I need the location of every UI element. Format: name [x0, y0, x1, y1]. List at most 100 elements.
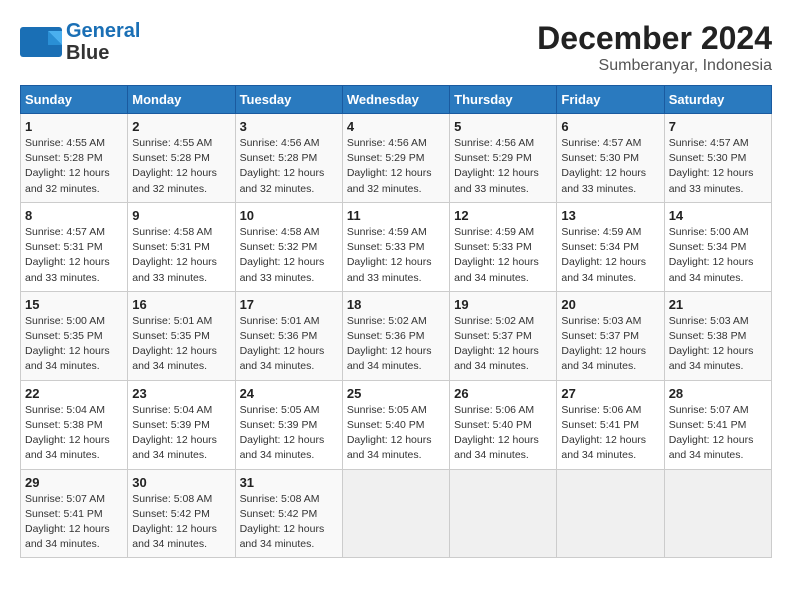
calendar-cell: 1 Sunrise: 4:55 AM Sunset: 5:28 PM Daylig… [21, 114, 128, 203]
calendar-table: SundayMondayTuesdayWednesdayThursdayFrid… [20, 85, 772, 558]
page-subtitle: Sumberanyar, Indonesia [537, 57, 772, 75]
day-info: Sunrise: 5:08 AM Sunset: 5:42 PM Dayligh… [240, 492, 338, 553]
day-number: 24 [240, 386, 338, 401]
day-info: Sunrise: 4:56 AM Sunset: 5:28 PM Dayligh… [240, 136, 338, 197]
day-number: 30 [132, 475, 230, 490]
day-number: 26 [454, 386, 552, 401]
day-number: 17 [240, 297, 338, 312]
day-info: Sunrise: 4:55 AM Sunset: 5:28 PM Dayligh… [25, 136, 123, 197]
logo-icon [20, 27, 62, 57]
day-number: 6 [561, 119, 659, 134]
day-number: 14 [669, 208, 767, 223]
day-info: Sunrise: 5:02 AM Sunset: 5:37 PM Dayligh… [454, 314, 552, 375]
day-number: 12 [454, 208, 552, 223]
weekday-header: Friday [557, 86, 664, 114]
calendar-cell: 19Sunrise: 5:02 AM Sunset: 5:37 PM Dayli… [450, 291, 557, 380]
calendar-week-row: 8 Sunrise: 4:57 AM Sunset: 5:31 PM Daylig… [21, 202, 772, 291]
day-number: 20 [561, 297, 659, 312]
page-title: December 2024 [537, 20, 772, 57]
weekday-header: Saturday [664, 86, 771, 114]
calendar-week-row: 1 Sunrise: 4:55 AM Sunset: 5:28 PM Daylig… [21, 114, 772, 203]
logo-general: General [66, 20, 140, 42]
day-info: Sunrise: 4:58 AM Sunset: 5:31 PM Dayligh… [132, 225, 230, 286]
day-info: Sunrise: 5:06 AM Sunset: 5:41 PM Dayligh… [561, 403, 659, 464]
day-info: Sunrise: 4:55 AM Sunset: 5:28 PM Dayligh… [132, 136, 230, 197]
day-number: 13 [561, 208, 659, 223]
day-info: Sunrise: 4:57 AM Sunset: 5:30 PM Dayligh… [561, 136, 659, 197]
day-info: Sunrise: 5:04 AM Sunset: 5:38 PM Dayligh… [25, 403, 123, 464]
day-info: Sunrise: 4:57 AM Sunset: 5:30 PM Dayligh… [669, 136, 767, 197]
calendar-cell: 10Sunrise: 4:58 AM Sunset: 5:32 PM Dayli… [235, 202, 342, 291]
weekday-header: Thursday [450, 86, 557, 114]
calendar-cell: 9 Sunrise: 4:58 AM Sunset: 5:31 PM Daylig… [128, 202, 235, 291]
weekday-header: Sunday [21, 86, 128, 114]
day-number: 9 [132, 208, 230, 223]
day-info: Sunrise: 5:03 AM Sunset: 5:37 PM Dayligh… [561, 314, 659, 375]
calendar-cell: 31 Sunrise: 5:08 AM Sunset: 5:42 PM Dayli… [235, 469, 342, 558]
page-header: General Blue December 2024 Sumberanyar, … [20, 20, 772, 75]
calendar-cell: 24Sunrise: 5:05 AM Sunset: 5:39 PM Dayli… [235, 380, 342, 469]
calendar-cell: 16Sunrise: 5:01 AM Sunset: 5:35 PM Dayli… [128, 291, 235, 380]
weekday-header: Tuesday [235, 86, 342, 114]
day-number: 21 [669, 297, 767, 312]
title-block: December 2024 Sumberanyar, Indonesia [537, 20, 772, 75]
day-info: Sunrise: 5:08 AM Sunset: 5:42 PM Dayligh… [132, 492, 230, 553]
calendar-cell: 5 Sunrise: 4:56 AM Sunset: 5:29 PM Daylig… [450, 114, 557, 203]
calendar-cell: 8 Sunrise: 4:57 AM Sunset: 5:31 PM Daylig… [21, 202, 128, 291]
day-info: Sunrise: 5:07 AM Sunset: 5:41 PM Dayligh… [669, 403, 767, 464]
calendar-week-row: 15 Sunrise: 5:00 AM Sunset: 5:35 PM Dayli… [21, 291, 772, 380]
day-info: Sunrise: 4:59 AM Sunset: 5:33 PM Dayligh… [454, 225, 552, 286]
day-number: 27 [561, 386, 659, 401]
day-number: 28 [669, 386, 767, 401]
day-number: 11 [347, 208, 445, 223]
calendar-cell: 6 Sunrise: 4:57 AM Sunset: 5:30 PM Daylig… [557, 114, 664, 203]
weekday-header: Monday [128, 86, 235, 114]
day-number: 23 [132, 386, 230, 401]
calendar-week-row: 22 Sunrise: 5:04 AM Sunset: 5:38 PM Dayli… [21, 380, 772, 469]
weekday-header: Wednesday [342, 86, 449, 114]
calendar-cell: 26 Sunrise: 5:06 AM Sunset: 5:40 PM Dayli… [450, 380, 557, 469]
calendar-cell: 7 Sunrise: 4:57 AM Sunset: 5:30 PM Daylig… [664, 114, 771, 203]
day-info: Sunrise: 5:04 AM Sunset: 5:39 PM Dayligh… [132, 403, 230, 464]
calendar-cell: 13Sunrise: 4:59 AM Sunset: 5:34 PM Dayli… [557, 202, 664, 291]
day-info: Sunrise: 5:01 AM Sunset: 5:36 PM Dayligh… [240, 314, 338, 375]
calendar-cell: 25 Sunrise: 5:05 AM Sunset: 5:40 PM Dayli… [342, 380, 449, 469]
calendar-cell [342, 469, 449, 558]
day-info: Sunrise: 4:59 AM Sunset: 5:33 PM Dayligh… [347, 225, 445, 286]
calendar-cell: 18Sunrise: 5:02 AM Sunset: 5:36 PM Dayli… [342, 291, 449, 380]
day-info: Sunrise: 5:02 AM Sunset: 5:36 PM Dayligh… [347, 314, 445, 375]
day-number: 22 [25, 386, 123, 401]
calendar-cell [664, 469, 771, 558]
day-info: Sunrise: 4:57 AM Sunset: 5:31 PM Dayligh… [25, 225, 123, 286]
day-info: Sunrise: 5:05 AM Sunset: 5:40 PM Dayligh… [347, 403, 445, 464]
logo: General Blue [20, 20, 140, 64]
day-info: Sunrise: 4:58 AM Sunset: 5:32 PM Dayligh… [240, 225, 338, 286]
day-number: 7 [669, 119, 767, 134]
day-number: 1 [25, 119, 123, 134]
calendar-cell: 27 Sunrise: 5:06 AM Sunset: 5:41 PM Dayli… [557, 380, 664, 469]
day-number: 3 [240, 119, 338, 134]
calendar-week-row: 29Sunrise: 5:07 AM Sunset: 5:41 PM Dayli… [21, 469, 772, 558]
day-info: Sunrise: 4:56 AM Sunset: 5:29 PM Dayligh… [454, 136, 552, 197]
calendar-cell: 29Sunrise: 5:07 AM Sunset: 5:41 PM Dayli… [21, 469, 128, 558]
day-number: 25 [347, 386, 445, 401]
day-number: 2 [132, 119, 230, 134]
day-number: 5 [454, 119, 552, 134]
calendar-cell: 11 Sunrise: 4:59 AM Sunset: 5:33 PM Dayli… [342, 202, 449, 291]
calendar-cell: 30 Sunrise: 5:08 AM Sunset: 5:42 PM Dayli… [128, 469, 235, 558]
day-number: 15 [25, 297, 123, 312]
calendar-cell: 23 Sunrise: 5:04 AM Sunset: 5:39 PM Dayli… [128, 380, 235, 469]
day-number: 4 [347, 119, 445, 134]
day-number: 8 [25, 208, 123, 223]
day-info: Sunrise: 5:00 AM Sunset: 5:35 PM Dayligh… [25, 314, 123, 375]
calendar-cell: 2 Sunrise: 4:55 AM Sunset: 5:28 PM Daylig… [128, 114, 235, 203]
day-number: 31 [240, 475, 338, 490]
calendar-header-row: SundayMondayTuesdayWednesdayThursdayFrid… [21, 86, 772, 114]
calendar-cell [557, 469, 664, 558]
calendar-cell: 14Sunrise: 5:00 AM Sunset: 5:34 PM Dayli… [664, 202, 771, 291]
day-info: Sunrise: 5:06 AM Sunset: 5:40 PM Dayligh… [454, 403, 552, 464]
day-number: 16 [132, 297, 230, 312]
logo-blue: Blue [66, 42, 140, 64]
calendar-cell: 3 Sunrise: 4:56 AM Sunset: 5:28 PM Daylig… [235, 114, 342, 203]
day-info: Sunrise: 5:03 AM Sunset: 5:38 PM Dayligh… [669, 314, 767, 375]
